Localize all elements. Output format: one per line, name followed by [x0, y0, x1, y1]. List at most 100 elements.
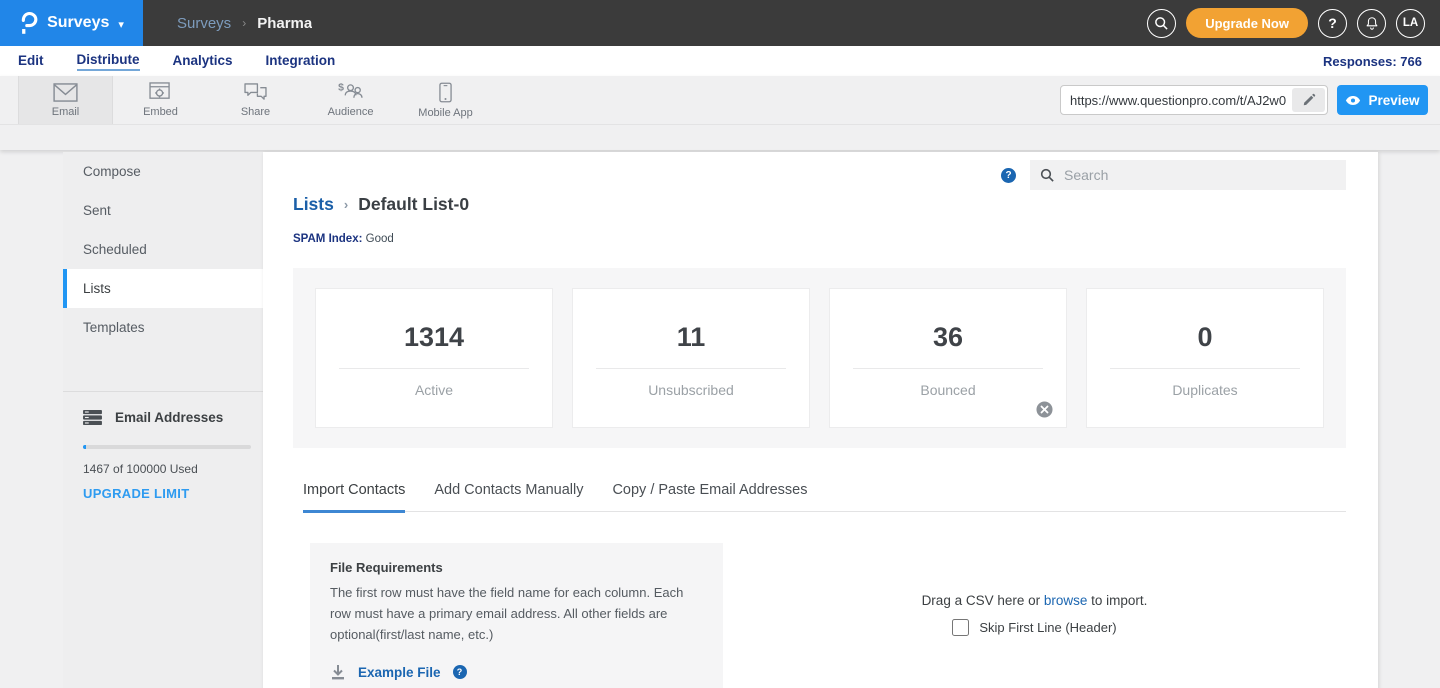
stat-card-bounced[interactable]: 36 Bounced — [829, 288, 1067, 428]
divider — [339, 368, 529, 369]
channel-email[interactable]: Email — [18, 76, 113, 124]
edit-url-button[interactable] — [1292, 88, 1325, 112]
channel-label: Mobile App — [418, 107, 472, 119]
file-requirements-body: The first row must have the field name f… — [330, 583, 690, 645]
current-list-name: Default List-0 — [358, 194, 469, 215]
spam-index-value: Good — [366, 233, 394, 245]
search-button[interactable] — [1147, 9, 1176, 38]
app-menu[interactable]: Surveys ▾ — [0, 0, 143, 46]
top-header: Surveys ▾ Surveys › Pharma Upgrade Now ?… — [0, 0, 1440, 46]
survey-url-input[interactable] — [1061, 93, 1290, 108]
notifications-button[interactable] — [1357, 9, 1386, 38]
divider — [596, 368, 786, 369]
share-bubbles-icon — [243, 82, 268, 102]
file-requirements-title: File Requirements — [330, 560, 703, 575]
pencil-icon — [1302, 93, 1316, 107]
app-menu-label: Surveys — [47, 14, 109, 32]
upgrade-now-button[interactable]: Upgrade Now — [1186, 8, 1308, 38]
upgrade-limit-link[interactable]: UPGRADE LIMIT — [83, 486, 243, 501]
tab-add-contacts-manually[interactable]: Add Contacts Manually — [434, 482, 583, 511]
email-addresses-section: Email Addresses 1467 of 100000 Used UPGR… — [63, 391, 263, 501]
tab-import-contacts[interactable]: Import Contacts — [303, 482, 405, 513]
csv-dropzone[interactable]: Drag a CSV here or browse to import. Ski… — [723, 543, 1346, 688]
lists-panel: ? Lists › Default List-0 SPAM Index: Goo… — [263, 152, 1378, 688]
spam-index: SPAM Index: Good — [293, 233, 394, 245]
preview-button[interactable]: Preview — [1337, 85, 1428, 115]
avatar[interactable]: LA — [1396, 9, 1425, 38]
tab-edit[interactable]: Edit — [18, 53, 44, 70]
download-icon — [330, 664, 346, 680]
example-file-link[interactable]: Example File — [358, 665, 441, 680]
example-file-help-icon[interactable]: ? — [453, 665, 467, 679]
svg-text:$: $ — [338, 83, 344, 94]
channel-label: Share — [241, 106, 270, 118]
sidebar-item-lists[interactable]: Lists — [63, 269, 263, 308]
stat-card-duplicates[interactable]: 0 Duplicates — [1086, 288, 1324, 428]
email-envelope-icon — [53, 83, 78, 102]
skip-first-line-checkbox[interactable] — [952, 619, 969, 636]
responses-count[interactable]: Responses: 766 — [1323, 54, 1422, 69]
email-sidebar: Compose Sent Scheduled Lists Templates E… — [63, 152, 263, 688]
tab-integration[interactable]: Integration — [266, 53, 336, 70]
dropzone-text: Drag a CSV here or — [922, 593, 1044, 608]
survey-nav: Edit Distribute Analytics Integration Re… — [0, 46, 1440, 76]
tab-copy-paste-email-addresses[interactable]: Copy / Paste Email Addresses — [612, 482, 807, 511]
stat-label: Active — [316, 382, 552, 398]
stat-value: 1314 — [316, 322, 552, 353]
search-icon — [1154, 16, 1169, 31]
channel-tabs: Email Embed Share $ Audience — [18, 76, 493, 124]
dropzone-text: to import. — [1087, 593, 1147, 608]
list-search-box — [1030, 160, 1346, 190]
clear-bounced-icon[interactable] — [1036, 401, 1053, 418]
contacts-tabs: Import Contacts Add Contacts Manually Co… — [303, 482, 1346, 512]
tab-analytics[interactable]: Analytics — [173, 53, 233, 70]
list-stats: 1314 Active 11 Unsubscribed 36 Bounced 0… — [293, 268, 1346, 448]
tab-distribute[interactable]: Distribute — [77, 52, 140, 71]
stat-card-unsubscribed[interactable]: 11 Unsubscribed — [572, 288, 810, 428]
spam-index-label[interactable]: SPAM Index: — [293, 233, 362, 245]
email-addresses-title: Email Addresses — [115, 410, 223, 425]
embed-browser-gear-icon — [149, 82, 172, 102]
channel-mobile-app[interactable]: Mobile App — [398, 76, 493, 124]
breadcrumb-surveys-link[interactable]: Surveys — [177, 15, 231, 32]
list-breadcrumb: Lists › Default List-0 — [293, 194, 469, 215]
list-search-input[interactable] — [1064, 167, 1336, 183]
stat-label: Bounced — [830, 382, 1066, 398]
mobile-phone-icon — [439, 82, 452, 103]
header-actions: Upgrade Now ? LA — [1147, 8, 1425, 38]
breadcrumb-separator: › — [344, 197, 348, 212]
browse-link[interactable]: browse — [1044, 593, 1088, 608]
stat-value: 36 — [830, 322, 1066, 353]
search-icon — [1040, 168, 1055, 183]
skip-first-line-label[interactable]: Skip First Line (Header) — [979, 620, 1116, 635]
email-usage-text: 1467 of 100000 Used — [83, 462, 243, 476]
bell-icon — [1365, 16, 1379, 31]
survey-url-group: Preview — [1060, 76, 1428, 124]
preview-label: Preview — [1368, 93, 1419, 108]
eye-icon — [1345, 95, 1361, 106]
stat-value: 11 — [573, 322, 809, 353]
stat-card-active[interactable]: 1314 Active — [315, 288, 553, 428]
file-requirements-box: File Requirements The first row must hav… — [310, 543, 723, 688]
sidebar-item-scheduled[interactable]: Scheduled — [63, 230, 263, 269]
stat-label: Duplicates — [1087, 382, 1323, 398]
sidebar-item-templates[interactable]: Templates — [63, 308, 263, 347]
avatar-initials: LA — [1403, 17, 1418, 29]
channel-label: Audience — [328, 106, 374, 118]
stat-label: Unsubscribed — [573, 382, 809, 398]
audience-people-icon: $ — [338, 82, 364, 102]
sidebar-item-compose[interactable]: Compose — [63, 152, 263, 191]
channel-label: Email — [52, 106, 80, 118]
channel-audience[interactable]: $ Audience — [303, 76, 398, 124]
help-icon[interactable]: ? — [1001, 168, 1016, 183]
breadcrumb: Surveys › Pharma — [177, 15, 312, 32]
divider — [1110, 368, 1300, 369]
channel-share[interactable]: Share — [208, 76, 303, 124]
address-list-icon — [83, 409, 102, 426]
breadcrumb-survey-name: Pharma — [257, 15, 312, 32]
email-usage-fill — [83, 445, 86, 449]
help-button[interactable]: ? — [1318, 9, 1347, 38]
sidebar-item-sent[interactable]: Sent — [63, 191, 263, 230]
channel-embed[interactable]: Embed — [113, 76, 208, 124]
lists-link[interactable]: Lists — [293, 194, 334, 215]
